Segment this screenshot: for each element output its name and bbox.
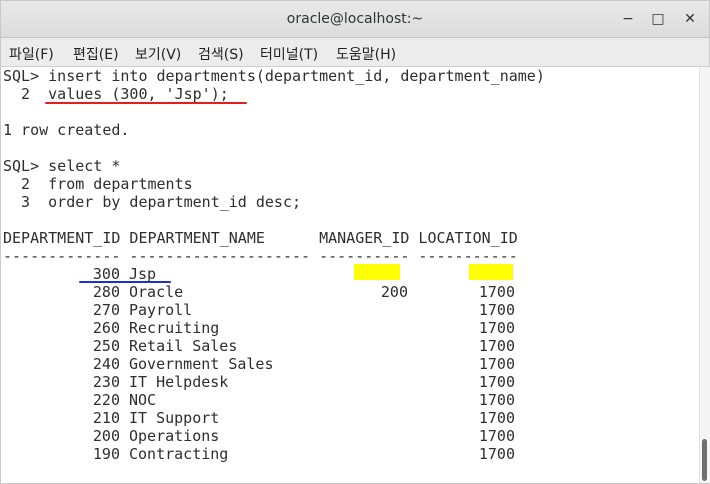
scrollbar-thumb[interactable] [702, 439, 707, 481]
cell-department-name: IT Helpdesk [129, 373, 229, 391]
cell-location-id: 1700 [478, 319, 515, 337]
cell-location-id: 1700 [478, 427, 515, 445]
cell-department-id: 230 [92, 373, 120, 391]
table-row: 270 Payroll 1700 [1, 301, 699, 319]
terminal-line: 3 order by department_id desc; [3, 193, 302, 211]
menu-view[interactable]: 보기(V) [135, 44, 181, 64]
cell-location-id: 1700 [478, 337, 515, 355]
minimize-button[interactable]: − [617, 9, 639, 29]
cell-location-id: 1700 [478, 409, 515, 427]
table-header: DEPARTMENT_ID DEPARTMENT_NAME MANAGER_ID… [3, 229, 518, 247]
cell-location-id: 1700 [478, 445, 515, 463]
terminal-line: 2 from departments [3, 175, 193, 193]
menu-search[interactable]: 검색(S) [198, 44, 244, 64]
cell-department-name: Operations [129, 427, 220, 445]
cell-department-name: Oracle [129, 283, 184, 301]
cell-department-id: 250 [92, 337, 120, 355]
terminal-line: SQL> insert into departments(department_… [3, 67, 545, 85]
title-bar[interactable]: oracle@localhost:~ − □ ✕ [1, 1, 709, 38]
terminal-output[interactable]: SQL> insert into departments(department_… [1, 67, 699, 483]
cell-department-name: Retail Sales [129, 337, 238, 355]
cell-department-id: 210 [92, 409, 120, 427]
cell-department-id: 300 [92, 265, 120, 283]
cell-location-id: 1700 [478, 283, 515, 301]
cell-manager-id: 200 [380, 283, 408, 301]
cell-department-name: Payroll [129, 301, 193, 319]
red-underline-annotation [45, 102, 247, 104]
cell-department-id: 220 [92, 391, 120, 409]
cell-department-name: Recruiting [129, 319, 220, 337]
menu-help[interactable]: 도움말(H) [336, 44, 396, 64]
table-row: 240 Government Sales 1700 [1, 355, 699, 373]
cell-location-id: 1700 [478, 391, 515, 409]
table-row: 210 IT Support 1700 [1, 409, 699, 427]
window-title: oracle@localhost:~ [286, 11, 424, 27]
table-row: 190 Contracting 1700 [1, 445, 699, 463]
cell-department-id: 200 [92, 427, 120, 445]
table-row: 220 NOC 1700 [1, 391, 699, 409]
vertical-scrollbar[interactable] [699, 67, 710, 483]
cell-department-name: Contracting [129, 445, 229, 463]
table-row: 260 Recruiting 1700 [1, 319, 699, 337]
cell-department-id: 240 [92, 355, 120, 373]
menu-file[interactable]: 파일(F) [9, 44, 54, 64]
cell-department-id: 280 [92, 283, 120, 301]
terminal-line: SQL> select * [3, 157, 121, 175]
maximize-button[interactable]: □ [647, 9, 669, 29]
menu-terminal[interactable]: 터미널(T) [260, 44, 318, 64]
cell-department-name: Government Sales [129, 355, 274, 373]
table-row: 280 Oracle 200 1700 [1, 283, 699, 301]
cell-department-id: 260 [92, 319, 120, 337]
terminal-line: 1 row created. [3, 121, 130, 139]
menu-edit[interactable]: 편집(E) [73, 44, 119, 64]
cell-location-id: 1700 [478, 373, 515, 391]
cell-department-name: NOC [129, 391, 157, 409]
table-row: 300 Jsp [1, 265, 699, 283]
table-row: 230 IT Helpdesk 1700 [1, 373, 699, 391]
cell-department-name: IT Support [129, 409, 220, 427]
cell-department-id: 190 [92, 445, 120, 463]
table-separator: ------------- -------------------- -----… [3, 247, 518, 265]
terminal-window: oracle@localhost:~ − □ ✕ 파일(F) 편집(E) 보기(… [0, 0, 710, 484]
terminal-line: 2 values (300, 'Jsp'); [3, 85, 229, 103]
table-row: 200 Operations 1700 [1, 427, 699, 445]
close-button[interactable]: ✕ [679, 9, 701, 29]
menu-bar: 파일(F) 편집(E) 보기(V) 검색(S) 터미널(T) 도움말(H) [1, 38, 709, 67]
cell-department-name: Jsp [129, 265, 157, 283]
cell-department-id: 270 [92, 301, 120, 319]
cell-location-id: 1700 [478, 301, 515, 319]
cell-location-id: 1700 [478, 355, 515, 373]
table-row: 250 Retail Sales 1700 [1, 337, 699, 355]
